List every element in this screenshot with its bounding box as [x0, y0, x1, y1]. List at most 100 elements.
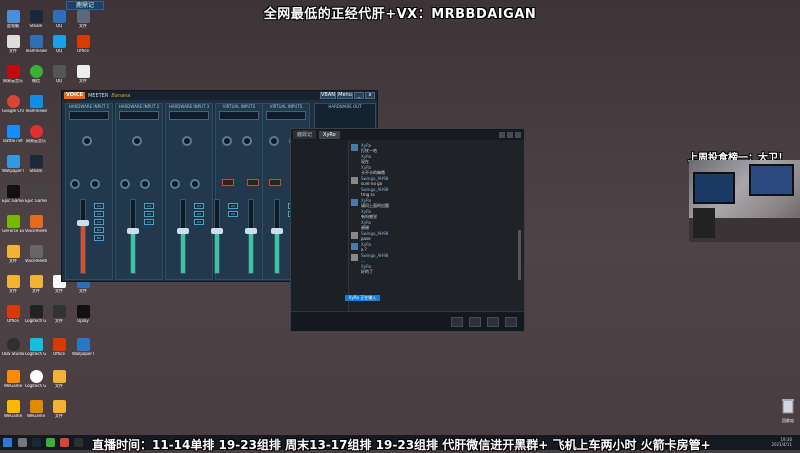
bus-a1-button[interactable]: A1: [94, 203, 104, 209]
search-icon[interactable]: [18, 438, 27, 447]
obs-icon[interactable]: [74, 438, 83, 447]
desktop-icon[interactable]: QQ: [48, 35, 70, 65]
bus-a3-button[interactable]: A3: [94, 219, 104, 225]
bus-b2-button[interactable]: B2: [94, 235, 104, 241]
comp-knob[interactable]: [70, 179, 80, 189]
desktop-icon[interactable]: Voicemeeter: [25, 245, 47, 275]
eq-knob[interactable]: [269, 136, 279, 146]
mute-button[interactable]: [247, 179, 259, 186]
desktop-icon[interactable]: Voicemeeter: [25, 215, 47, 245]
desktop-icon[interactable]: Office: [48, 338, 70, 368]
mute-button[interactable]: [269, 179, 281, 186]
device-select[interactable]: [266, 111, 306, 120]
desktop-icon[interactable]: Logitech G HUB: [25, 370, 47, 400]
windows-start-icon[interactable]: [3, 438, 12, 447]
bus-a1-button[interactable]: A1: [194, 203, 204, 209]
mute-button[interactable]: [222, 179, 234, 186]
recycle-bin-icon[interactable]: 回收站: [778, 398, 798, 423]
bus-a1-button[interactable]: A1: [144, 203, 154, 209]
voicemeeter-titlebar[interactable]: VOICE MEETER Banana VBAN Menu _ x: [62, 91, 377, 100]
gate-knob[interactable]: [190, 179, 200, 189]
desktop-icon[interactable]: Office: [2, 305, 24, 335]
image-button[interactable]: [469, 317, 481, 327]
desktop-icon[interactable]: Wallpaper Engine: [2, 155, 24, 185]
close-button[interactable]: [515, 131, 521, 138]
desktop-icon[interactable]: Steam: [25, 155, 47, 185]
desktop-icon[interactable]: WeGame: [2, 370, 24, 400]
eq-knob[interactable]: [222, 136, 232, 146]
desktop-icon[interactable]: 文件: [48, 305, 70, 335]
gate-knob[interactable]: [140, 179, 150, 189]
device-select[interactable]: [69, 111, 109, 120]
desktop-icon[interactable]: Battle.net: [2, 125, 24, 155]
minimize-button[interactable]: [499, 131, 505, 138]
desktop-icon[interactable]: 文件: [48, 400, 70, 430]
desktop-icon[interactable]: Logitech G HUB: [25, 338, 47, 368]
desktop-icon[interactable]: TeamViewer: [25, 95, 47, 125]
desktop-icon[interactable]: 网易云音乐: [2, 65, 24, 95]
maximize-button[interactable]: [507, 131, 513, 138]
send-button[interactable]: [505, 317, 517, 327]
desktop-icon[interactable]: 文件: [48, 370, 70, 400]
bus-a2-button[interactable]: A2: [94, 211, 104, 217]
menu-button[interactable]: Menu: [337, 92, 353, 99]
device-select[interactable]: [219, 111, 259, 120]
desktop-icon[interactable]: WeGame: [25, 400, 47, 430]
chat-tab[interactable]: XyRo: [319, 130, 340, 139]
desktop-icon[interactable]: TeamViewer: [25, 35, 47, 65]
bus-a3-button[interactable]: A3: [194, 219, 204, 225]
bus-a2-button[interactable]: A2: [228, 211, 238, 217]
chat-tab[interactable]: 鹿鼎记: [293, 130, 317, 139]
desktop-icon[interactable]: WeGame: [2, 400, 24, 430]
app-icon: [76, 305, 90, 318]
desktop-icon[interactable]: 文件: [2, 35, 24, 65]
desktop-icon[interactable]: 文件: [2, 245, 24, 275]
wechat-icon[interactable]: [46, 438, 55, 447]
steam-chat-window[interactable]: 鹿鼎记 XyRo XyRo 打扰一哈 XyRo 现在 XyRo 卡不卡的嘛哦 Swin…: [290, 128, 525, 332]
desktop-icon[interactable]: Wallpaper Engine: [72, 338, 94, 368]
desktop-icon[interactable]: 网易云音乐: [25, 125, 47, 155]
desktop-icon[interactable]: Office: [72, 35, 94, 65]
gain-fader[interactable]: [77, 199, 89, 274]
bus-b1-button[interactable]: B1: [94, 227, 104, 233]
bus-a2-button[interactable]: A2: [194, 211, 204, 217]
gain-fader[interactable]: [127, 199, 139, 274]
desktop-icon[interactable]: Uplay: [72, 305, 94, 335]
pan-knob[interactable]: [132, 136, 142, 146]
chat-input-bar[interactable]: [291, 311, 524, 331]
chrome-icon[interactable]: [60, 438, 69, 447]
device-select[interactable]: [119, 111, 159, 120]
gain-fader[interactable]: [211, 199, 223, 274]
app-icon: [29, 125, 43, 138]
emoji-button[interactable]: [451, 317, 463, 327]
desktop-icon[interactable]: GeForce Experience: [2, 215, 24, 245]
gain-fader[interactable]: [177, 199, 189, 274]
close-button[interactable]: x: [365, 92, 375, 99]
bus-a3-button[interactable]: A3: [144, 219, 154, 225]
eq-knob[interactable]: [242, 136, 252, 146]
desktop-icon[interactable]: Google Chrome: [2, 95, 24, 125]
gain-fader[interactable]: [245, 199, 257, 274]
desktop-icon[interactable]: OBS Studio: [2, 338, 24, 368]
pan-knob[interactable]: [82, 136, 92, 146]
steam-icon[interactable]: [32, 438, 41, 447]
chat-message: XyRo a ?: [351, 242, 521, 252]
voice-button[interactable]: [487, 317, 499, 327]
desktop-icon[interactable]: Epic Games: [2, 185, 24, 215]
comp-knob[interactable]: [170, 179, 180, 189]
chat-scrollbar[interactable]: [518, 230, 521, 280]
desktop-icon[interactable]: Logitech G HUB: [25, 305, 47, 335]
gain-fader[interactable]: [271, 199, 283, 274]
desktop-icon[interactable]: 微信: [25, 65, 47, 95]
minimize-button[interactable]: _: [354, 92, 364, 99]
comp-knob[interactable]: [120, 179, 130, 189]
bus-a2-button[interactable]: A2: [144, 211, 154, 217]
desktop-icon[interactable]: 文件: [25, 275, 47, 305]
vban-button[interactable]: VBAN: [320, 92, 336, 99]
device-select[interactable]: [169, 111, 209, 120]
gate-knob[interactable]: [90, 179, 100, 189]
desktop-icon[interactable]: Epic Games: [25, 185, 47, 215]
bus-a1-button[interactable]: A1: [228, 203, 238, 209]
desktop-icon[interactable]: 文件: [2, 275, 24, 305]
pan-knob[interactable]: [182, 136, 192, 146]
